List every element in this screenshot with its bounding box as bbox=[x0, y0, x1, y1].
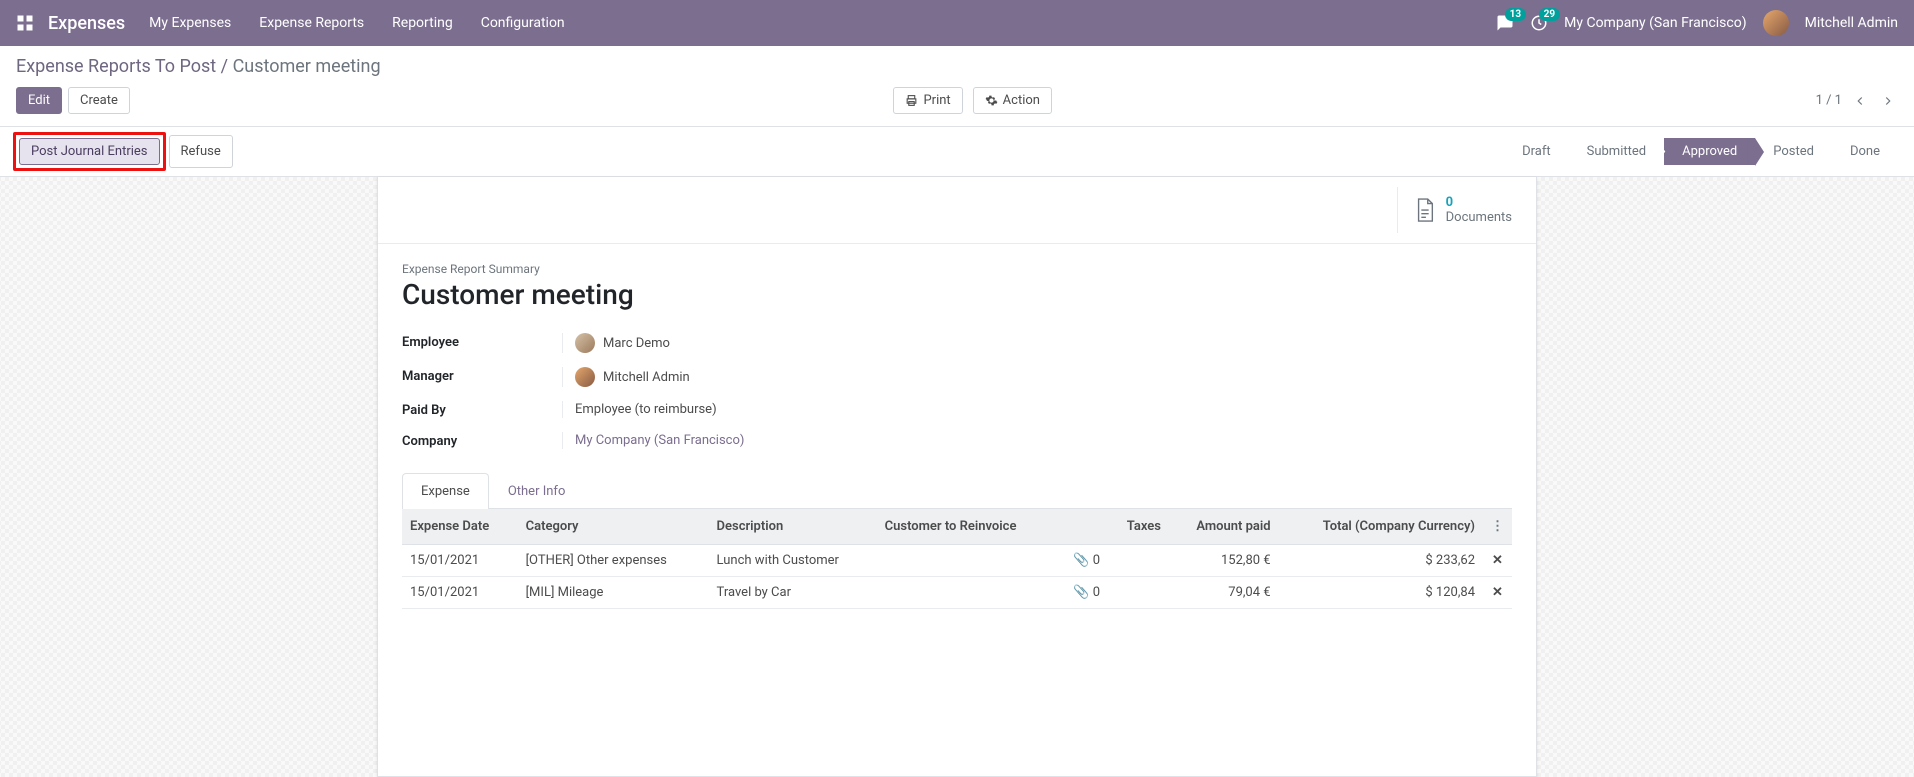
edit-button[interactable]: Edit bbox=[16, 87, 62, 114]
cell-taxes bbox=[1108, 545, 1169, 577]
cell-category: [MIL] Mileage bbox=[518, 577, 709, 609]
th-customer[interactable]: Customer to Reinvoice bbox=[877, 509, 1057, 545]
cell-customer bbox=[877, 545, 1057, 577]
activity-badge: 29 bbox=[1539, 8, 1560, 21]
th-amount[interactable]: Amount paid bbox=[1169, 509, 1279, 545]
cell-description: Lunch with Customer bbox=[709, 545, 877, 577]
delete-row-icon[interactable]: ✕ bbox=[1492, 585, 1503, 600]
main-menu: My Expenses Expense Reports Reporting Co… bbox=[149, 15, 1496, 31]
report-title: Customer meeting bbox=[402, 278, 1512, 311]
manager-avatar bbox=[575, 367, 595, 387]
th-total[interactable]: Total (Company Currency) bbox=[1279, 509, 1483, 545]
th-description[interactable]: Description bbox=[709, 509, 877, 545]
cell-total: $ 233,62 bbox=[1279, 545, 1483, 577]
user-name[interactable]: Mitchell Admin bbox=[1805, 15, 1898, 31]
tab-expense[interactable]: Expense bbox=[402, 473, 489, 509]
cell-date: 15/01/2021 bbox=[402, 545, 518, 577]
company-switcher[interactable]: My Company (San Francisco) bbox=[1564, 15, 1746, 31]
status-steps: Draft Submitted Approved Posted Done bbox=[1504, 138, 1898, 165]
post-journal-entries-button[interactable]: Post Journal Entries bbox=[19, 138, 160, 165]
manager-label: Manager bbox=[402, 367, 562, 387]
documents-button[interactable]: 0 Documents bbox=[1397, 187, 1512, 233]
top-nav: Expenses My Expenses Expense Reports Rep… bbox=[0, 0, 1914, 46]
expense-table: Expense Date Category Description Custom… bbox=[402, 509, 1512, 609]
cell-customer bbox=[877, 577, 1057, 609]
highlight-box: Post Journal Entries bbox=[13, 132, 166, 171]
print-icon bbox=[905, 94, 918, 107]
tab-other-info[interactable]: Other Info bbox=[489, 473, 585, 509]
print-button[interactable]: Print bbox=[893, 87, 962, 114]
cell-total: $ 120,84 bbox=[1279, 577, 1483, 609]
apps-icon[interactable] bbox=[16, 14, 48, 32]
control-panel: Expense Reports To Post / Customer meeti… bbox=[0, 46, 1914, 127]
menu-configuration[interactable]: Configuration bbox=[481, 15, 565, 31]
step-done[interactable]: Done bbox=[1832, 138, 1898, 165]
summary-label: Expense Report Summary bbox=[402, 262, 1512, 276]
th-date[interactable]: Expense Date bbox=[402, 509, 518, 545]
action-button[interactable]: Action bbox=[973, 87, 1052, 114]
document-icon bbox=[1414, 197, 1436, 223]
table-row[interactable]: 15/01/2021 [MIL] Mileage Travel by Car 📎… bbox=[402, 577, 1512, 609]
breadcrumb-parent[interactable]: Expense Reports To Post bbox=[16, 56, 216, 77]
company-label: Company bbox=[402, 432, 562, 449]
manager-value: Mitchell Admin bbox=[603, 370, 690, 385]
cell-description: Travel by Car bbox=[709, 577, 877, 609]
tabs: Expense Other Info bbox=[402, 473, 1512, 509]
cell-attachments[interactable]: 📎 0 bbox=[1056, 577, 1108, 609]
create-button[interactable]: Create bbox=[68, 87, 130, 114]
employee-label: Employee bbox=[402, 333, 562, 353]
step-submitted[interactable]: Submitted bbox=[1569, 138, 1664, 165]
paidby-value: Employee (to reimburse) bbox=[575, 402, 717, 417]
th-category[interactable]: Category bbox=[518, 509, 709, 545]
step-approved[interactable]: Approved bbox=[1664, 138, 1755, 165]
cell-amount: 79,04 € bbox=[1169, 577, 1279, 609]
breadcrumb: Expense Reports To Post / Customer meeti… bbox=[16, 56, 1898, 77]
th-attachments bbox=[1056, 509, 1108, 545]
user-avatar[interactable] bbox=[1763, 10, 1789, 36]
chat-badge: 13 bbox=[1505, 8, 1526, 21]
employee-value: Marc Demo bbox=[603, 336, 670, 351]
pager-next[interactable] bbox=[1878, 91, 1898, 111]
menu-expense-reports[interactable]: Expense Reports bbox=[259, 15, 364, 31]
paperclip-icon: 📎 bbox=[1073, 585, 1089, 600]
activity-icon[interactable]: 29 bbox=[1530, 14, 1548, 32]
pager-prev[interactable] bbox=[1850, 91, 1870, 111]
form-sheet: 0 Documents Expense Report Summary Custo… bbox=[377, 177, 1537, 777]
th-options[interactable]: ⋮ bbox=[1483, 509, 1512, 545]
gear-icon bbox=[985, 94, 998, 107]
cell-attachments[interactable]: 📎 0 bbox=[1056, 545, 1108, 577]
company-value[interactable]: My Company (San Francisco) bbox=[575, 433, 744, 448]
step-draft[interactable]: Draft bbox=[1504, 138, 1569, 165]
pager-count: 1 / 1 bbox=[1816, 93, 1842, 108]
th-taxes[interactable]: Taxes bbox=[1108, 509, 1169, 545]
menu-reporting[interactable]: Reporting bbox=[392, 15, 453, 31]
documents-count: 0 bbox=[1446, 195, 1512, 210]
employee-avatar bbox=[575, 333, 595, 353]
paperclip-icon: 📎 bbox=[1073, 553, 1089, 568]
documents-label: Documents bbox=[1446, 210, 1512, 225]
statusbar: Post Journal Entries Refuse Draft Submit… bbox=[0, 127, 1914, 177]
cell-date: 15/01/2021 bbox=[402, 577, 518, 609]
menu-my-expenses[interactable]: My Expenses bbox=[149, 15, 231, 31]
cell-category: [OTHER] Other expenses bbox=[518, 545, 709, 577]
chat-icon[interactable]: 13 bbox=[1496, 14, 1514, 32]
delete-row-icon[interactable]: ✕ bbox=[1492, 553, 1503, 568]
cell-amount: 152,80 € bbox=[1169, 545, 1279, 577]
table-row[interactable]: 15/01/2021 [OTHER] Other expenses Lunch … bbox=[402, 545, 1512, 577]
nav-right: 13 29 My Company (San Francisco) Mitchel… bbox=[1496, 10, 1898, 36]
refuse-button[interactable]: Refuse bbox=[169, 135, 233, 168]
app-brand[interactable]: Expenses bbox=[48, 13, 125, 34]
breadcrumb-current: Customer meeting bbox=[233, 56, 381, 77]
step-posted[interactable]: Posted bbox=[1755, 138, 1832, 165]
cell-taxes bbox=[1108, 577, 1169, 609]
paidby-label: Paid By bbox=[402, 401, 562, 418]
